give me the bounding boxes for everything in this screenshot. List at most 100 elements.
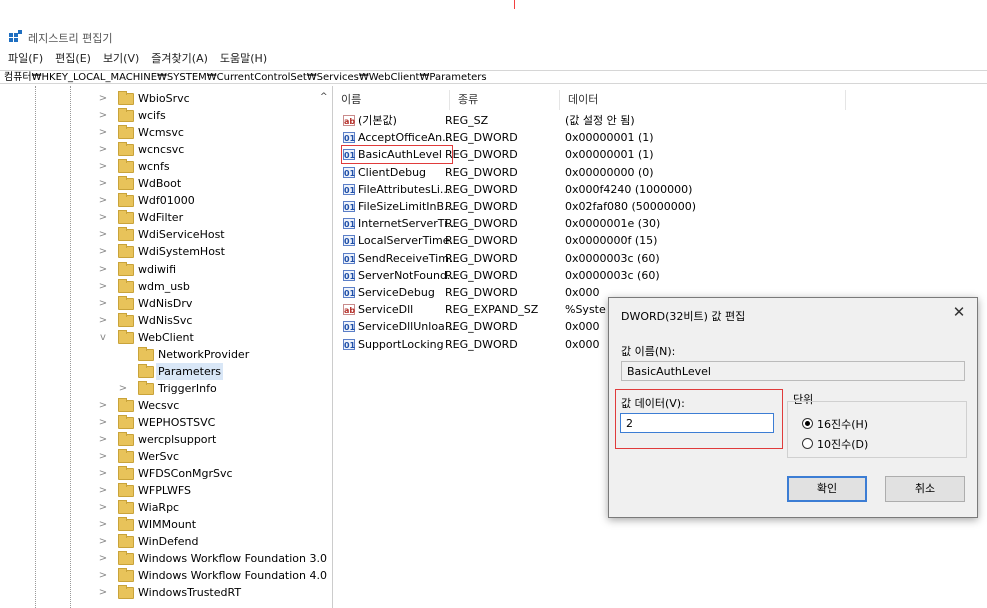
folder-icon xyxy=(118,414,134,429)
folder-icon xyxy=(138,363,154,378)
value-type: REG_DWORD xyxy=(445,234,518,248)
binary-value-icon: 01 xyxy=(343,321,356,333)
chevron-right-icon[interactable]: > xyxy=(98,192,108,209)
chevron-right-icon[interactable]: > xyxy=(98,550,108,567)
address-bar[interactable]: 컴퓨터₩HKEY_LOCAL_MACHINE₩SYSTEM₩CurrentCon… xyxy=(0,70,987,84)
tree-item-label: Windows Workflow Foundation 3.0 xyxy=(138,552,327,566)
value-type: REG_EXPAND_SZ xyxy=(445,303,539,317)
tree-item-label: WdNisSvc xyxy=(138,313,193,327)
chevron-right-icon[interactable]: > xyxy=(98,516,108,533)
value-type: REG_SZ xyxy=(445,114,489,127)
value-row[interactable]: ab (기본값) REG_SZ (값 설정 안 됨) xyxy=(341,112,841,129)
chevron-right-icon[interactable]: > xyxy=(98,533,108,550)
tree-item-label: Wcmsvc xyxy=(138,126,184,140)
value-type: REG_DWORD xyxy=(445,337,518,351)
menu-file[interactable]: 파일(F) xyxy=(8,52,43,65)
tree-item-label: WFPLWFS xyxy=(138,484,191,498)
hex-radio[interactable] xyxy=(802,418,813,429)
chevron-right-icon[interactable]: > xyxy=(98,397,108,414)
dec-radio[interactable] xyxy=(802,438,813,449)
cancel-button[interactable]: 취소 xyxy=(885,476,965,502)
chevron-right-icon[interactable]: > xyxy=(98,295,108,312)
value-row[interactable]: 01 BasicAuthLevel REG_DWORD 0x00000001 (1) xyxy=(341,145,841,165)
menu-help[interactable]: 도움말(H) xyxy=(220,52,267,65)
tree-guide-line xyxy=(70,86,71,608)
key-tree[interactable]: > WbioSrvc > wcifs > Wcmsvc > wcncsvc > wcnfs > WdB… xyxy=(0,86,333,608)
string-value-icon: ab xyxy=(343,115,356,126)
chevron-right-icon[interactable]: > xyxy=(98,465,108,482)
value-name-label: 값 이름(N): xyxy=(621,345,676,358)
chevron-right-icon[interactable]: > xyxy=(98,482,108,499)
folder-icon xyxy=(118,585,134,600)
edit-dword-dialog: DWORD(32비트) 값 편집 ✕ 값 이름(N): BasicAuthLev… xyxy=(608,297,978,518)
chevron-right-icon[interactable]: > xyxy=(98,414,108,431)
tree-item-label: WebClient xyxy=(138,330,194,344)
chevron-right-icon[interactable]: > xyxy=(98,107,108,124)
folder-icon xyxy=(118,466,134,481)
chevron-right-icon[interactable]: > xyxy=(98,175,108,192)
value-data-label: 값 데이터(V): xyxy=(621,397,685,410)
chevron-right-icon[interactable]: > xyxy=(98,278,108,295)
chevron-right-icon[interactable]: > xyxy=(98,312,108,329)
value-row[interactable]: 01 LocalServerTime... REG_DWORD 0x0000000f … xyxy=(341,232,841,249)
chevron-right-icon[interactable]: > xyxy=(98,90,108,107)
menu-view[interactable]: 보기(V) xyxy=(103,52,139,65)
binary-value-icon: 01 xyxy=(343,201,356,212)
chevron-right-icon[interactable]: > xyxy=(118,380,128,397)
value-type: REG_DWORD xyxy=(445,200,518,213)
folder-icon xyxy=(118,159,134,174)
value-type: REG_DWORD xyxy=(445,268,518,282)
menu-favorites[interactable]: 즐겨찾기(A) xyxy=(151,52,208,65)
chevron-right-icon[interactable]: > xyxy=(98,158,108,175)
ok-button[interactable]: 확인 xyxy=(787,476,867,502)
value-row[interactable]: 01 FileSizeLimitInB... REG_DWORD 0x02faf080… xyxy=(341,198,841,215)
app-title: 레지스트리 편집기 xyxy=(28,32,113,45)
column-header-type[interactable]: 종류 xyxy=(450,90,560,110)
chevron-right-icon[interactable]: > xyxy=(98,567,108,584)
chevron-right-icon[interactable]: > xyxy=(98,499,108,516)
close-icon[interactable]: ✕ xyxy=(949,302,969,322)
tree-item-label: WdBoot xyxy=(138,177,182,191)
tree-item-label: WdFilter xyxy=(138,211,184,225)
chevron-right-icon[interactable]: > xyxy=(98,448,108,465)
chevron-right-icon[interactable]: > xyxy=(98,141,108,158)
folder-icon xyxy=(118,500,134,515)
chevron-right-icon[interactable]: > xyxy=(98,124,108,141)
folder-icon xyxy=(118,483,134,498)
scroll-up-arrow-icon[interactable]: ^ xyxy=(320,92,328,102)
dialog-title: DWORD(32비트) 값 편집 xyxy=(621,310,746,323)
value-data: 0x00000001 (1) xyxy=(565,148,654,162)
binary-value-icon: 01 xyxy=(343,269,356,281)
value-row[interactable]: 01 FileAttributesLi... REG_DWORD 0x000f4240… xyxy=(341,181,841,198)
value-row[interactable]: 01 AcceptOfficeAn... REG_DWORD 0x00000001 (… xyxy=(341,129,841,146)
column-header-data[interactable]: 데이터 xyxy=(560,90,846,110)
tree-item-label: Windows Workflow Foundation 4.0 xyxy=(138,569,327,583)
value-type: REG_DWORD xyxy=(445,286,518,299)
binary-value-icon: 01 xyxy=(343,183,356,195)
tree-item-label: NetworkProvider xyxy=(158,347,250,361)
chevron-right-icon[interactable]: > xyxy=(98,584,108,601)
value-row[interactable]: 01 SendReceiveTim... REG_DWORD 0x0000003c (… xyxy=(341,250,841,267)
chevron-right-icon[interactable]: > xyxy=(98,243,108,260)
value-row[interactable]: 01 ClientDebug REG_DWORD 0x00000000 (0) xyxy=(341,164,841,181)
folder-icon xyxy=(118,210,134,225)
hex-radio-label[interactable]: 16진수(H) xyxy=(817,416,868,432)
value-data-input[interactable]: 2 xyxy=(620,413,774,433)
chevron-right-icon[interactable]: > xyxy=(98,431,108,448)
value-data: 0x000f4240 (1000000) xyxy=(565,182,693,196)
column-header-name[interactable]: 이름 xyxy=(333,90,450,110)
chevron-down-icon[interactable]: v xyxy=(98,329,108,346)
chevron-right-icon[interactable]: > xyxy=(98,261,108,278)
chevron-right-icon[interactable]: > xyxy=(98,209,108,226)
folder-icon xyxy=(118,176,134,191)
value-row[interactable]: 01 ServerNotFound... REG_DWORD 0x0000003c (… xyxy=(341,267,841,284)
tree-item-label: WbioSrvc xyxy=(138,92,190,105)
binary-value-icon: 01 xyxy=(343,132,356,144)
value-name-field[interactable]: BasicAuthLevel xyxy=(621,361,965,381)
folder-icon xyxy=(138,346,154,361)
folder-icon xyxy=(118,295,134,310)
menu-edit[interactable]: 편집(E) xyxy=(55,52,91,65)
value-row[interactable]: 01 InternetServerTi... REG_DWORD 0x0000001e… xyxy=(341,215,841,232)
chevron-right-icon[interactable]: > xyxy=(98,226,108,243)
dec-radio-label[interactable]: 10진수(D) xyxy=(817,436,868,452)
